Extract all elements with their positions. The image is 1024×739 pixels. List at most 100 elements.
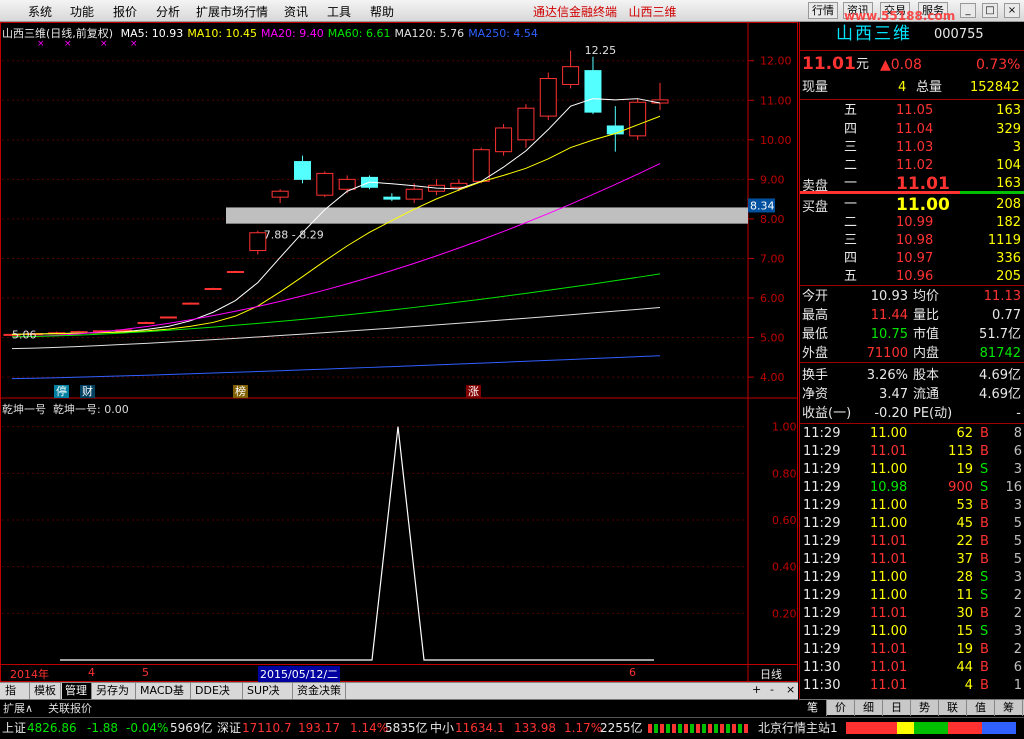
limit-up-badge[interactable]: 涨 xyxy=(466,385,481,398)
suspend-badge[interactable]: 停 xyxy=(54,385,69,398)
tick-volume: 28 xyxy=(956,570,973,585)
sz-change: 193.17 xyxy=(298,721,340,735)
candle-body[interactable] xyxy=(562,66,580,85)
candle-body[interactable] xyxy=(584,70,602,113)
zoom-in-button[interactable]: + xyxy=(752,683,761,696)
tick-volume: 30 xyxy=(956,606,973,621)
sz-amount: 5835亿 xyxy=(385,721,428,735)
stat-value: 10.93 xyxy=(870,289,908,304)
bid-level-row[interactable]: 四 10.97 336 xyxy=(800,250,1024,268)
tick-row[interactable]: 11:29 11.01 19 B 2 xyxy=(800,641,1024,659)
tick-row[interactable]: 11:29 11.00 53 B 3 xyxy=(800,497,1024,515)
tab-1[interactable]: 模板 xyxy=(31,683,61,699)
ask-level-row[interactable]: 三 11.03 3 xyxy=(800,139,1024,157)
server-name[interactable]: 北京行情主站1 xyxy=(758,718,838,738)
candle-body[interactable] xyxy=(472,149,490,182)
candle-body[interactable] xyxy=(517,107,535,141)
bid-level-row[interactable]: 五 10.96 205 xyxy=(800,268,1024,286)
candle-body[interactable] xyxy=(137,322,155,325)
stat-row: 换手 3.26% 股本 4.69亿 xyxy=(800,367,1024,385)
tab-6[interactable]: SUP决策 xyxy=(244,683,293,713)
candle-body[interactable] xyxy=(405,188,423,200)
tick-row[interactable]: 11:29 11.00 28 S 3 xyxy=(800,569,1024,587)
panel-tab-2[interactable]: 细 xyxy=(855,700,883,716)
tab-5[interactable]: DDE决策 xyxy=(192,683,243,713)
menu-item-3[interactable]: 分析 xyxy=(156,3,180,20)
close-icon[interactable]: × xyxy=(1004,3,1020,18)
tick-row[interactable]: 11:29 11.00 45 B 5 xyxy=(800,515,1024,533)
panel-tab-5[interactable]: 联 xyxy=(939,700,967,716)
tick-row[interactable]: 11:29 11.01 22 B 5 xyxy=(800,533,1024,551)
tick-row[interactable]: 11:29 10.98 900 S 16 xyxy=(800,479,1024,497)
menu-item-4[interactable]: 扩展市场行情 xyxy=(196,3,268,20)
rank-badge[interactable]: 榜 xyxy=(233,385,248,398)
zoom-out-button[interactable]: - xyxy=(770,683,774,696)
finance-badge[interactable]: 财 xyxy=(80,385,95,398)
close-pane-button[interactable]: × xyxy=(786,683,795,696)
expand-button[interactable]: 扩展∧ xyxy=(3,700,33,716)
panel-tab-4[interactable]: 势 xyxy=(911,700,939,716)
tab-4[interactable]: MACD基本 xyxy=(137,683,191,713)
bid-level-row[interactable]: 一 11.00 208 xyxy=(800,196,1024,214)
bid-volume: 205 xyxy=(996,269,1021,284)
candle-body[interactable] xyxy=(495,127,513,153)
sh-value[interactable]: 4826.86 xyxy=(27,718,77,738)
tick-row[interactable]: 11:29 11.01 113 B 6 xyxy=(800,443,1024,461)
panel-tab-6[interactable]: 值 xyxy=(967,700,995,716)
candle-body[interactable] xyxy=(159,316,177,319)
tab-7[interactable]: 资金决策 xyxy=(294,683,346,699)
panel-tab-3[interactable]: 日 xyxy=(883,700,911,716)
candle-body[interactable] xyxy=(338,178,356,190)
tick-row[interactable]: 11:29 11.00 11 S 2 xyxy=(800,587,1024,605)
tick-time: 11:30 xyxy=(803,660,841,675)
panel-tab-7[interactable]: 筹 xyxy=(995,700,1023,716)
kline-chart[interactable]: 4.00 5.00 6.00 7.00 8.00 9.00 10.00 11.00 12.00 8… xyxy=(0,22,798,682)
ask-level-row[interactable]: 四 11.04 329 xyxy=(800,121,1024,139)
tick-price: 10.98 xyxy=(870,480,908,495)
chart-area[interactable]: 4.00 5.00 6.00 7.00 8.00 9.00 10.00 11.00 12.00 8… xyxy=(0,22,798,682)
ask-level-row[interactable]: 二 11.02 104 xyxy=(800,157,1024,175)
period-label[interactable]: 日线 xyxy=(760,666,782,682)
candle-body[interactable] xyxy=(316,172,334,196)
candle-body[interactable] xyxy=(629,101,647,137)
stat-label: 外盘 xyxy=(802,346,829,361)
tick-row[interactable]: 11:29 11.00 62 B 8 xyxy=(800,425,1024,443)
tick-row[interactable]: 11:29 11.00 19 S 3 xyxy=(800,461,1024,479)
tab-2[interactable]: 管理 xyxy=(62,683,92,699)
related-quote-button[interactable]: 关联报价 xyxy=(48,700,92,716)
tick-row[interactable]: 11:29 11.00 15 S 3 xyxy=(800,623,1024,641)
candle-body[interactable] xyxy=(226,271,244,274)
menu-item-6[interactable]: 工具 xyxy=(327,3,351,20)
candle-body[interactable] xyxy=(182,302,200,305)
price-tick-label: 10.00 xyxy=(760,134,792,147)
tick-row[interactable]: 11:29 11.01 30 B 2 xyxy=(800,605,1024,623)
minimize-icon[interactable]: _ xyxy=(960,3,976,18)
zx-value[interactable]: 11634.1 xyxy=(455,718,505,738)
bid-level-row[interactable]: 二 10.99 182 xyxy=(800,214,1024,232)
candle-body[interactable] xyxy=(293,161,311,180)
menu-item-5[interactable]: 资讯 xyxy=(284,3,308,20)
tick-row[interactable]: 11:30 11.01 4 B 1 xyxy=(800,677,1024,695)
tick-row[interactable]: 11:30 11.01 44 B 6 xyxy=(800,659,1024,677)
panel-tab-0[interactable]: 笔 xyxy=(799,700,827,716)
candle-body[interactable] xyxy=(204,288,222,291)
candle-body[interactable] xyxy=(383,196,401,200)
quote-nav-button[interactable]: 行情 xyxy=(808,2,838,19)
tick-volume: 53 xyxy=(956,498,973,513)
sz-value[interactable]: 17110.7 xyxy=(242,718,292,738)
stat-value: -0.20 xyxy=(874,406,908,421)
candle-body[interactable] xyxy=(606,125,624,135)
menu-item-2[interactable]: 报价 xyxy=(113,3,137,20)
menu-item-7[interactable]: 帮助 xyxy=(370,3,394,20)
candle-body[interactable] xyxy=(271,190,289,198)
menu-item-1[interactable]: 功能 xyxy=(70,3,94,20)
tab-0[interactable]: 指标 xyxy=(2,683,30,713)
panel-tab-1[interactable]: 价 xyxy=(827,700,855,716)
ask-level-row[interactable]: 五 11.05 163 xyxy=(800,102,1024,120)
tick-row[interactable]: 11:29 11.01 37 B 5 xyxy=(800,551,1024,569)
candle-body[interactable] xyxy=(539,78,557,117)
tab-3[interactable]: 另存为 xyxy=(93,683,136,699)
restore-icon[interactable]: □ xyxy=(982,3,998,18)
menu-item-0[interactable]: 系统 xyxy=(28,3,52,20)
bid-level-row[interactable]: 三 10.98 1119 xyxy=(800,232,1024,250)
